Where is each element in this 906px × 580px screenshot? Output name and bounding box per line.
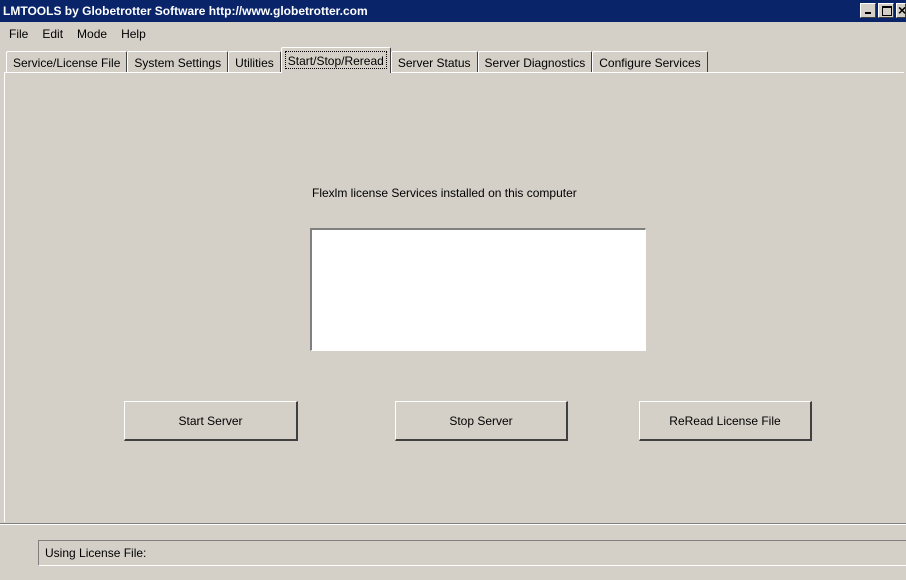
- status-text: Using License File:: [45, 546, 147, 560]
- tab-server-diagnostics[interactable]: Server Diagnostics: [477, 51, 593, 73]
- title-bar[interactable]: LMTOOLS by Globetrotter Software http://…: [0, 0, 906, 22]
- window-controls: [860, 2, 906, 19]
- tab-configure-services[interactable]: Configure Services: [592, 51, 708, 73]
- tab-strip: Service/License File System Settings Uti…: [6, 47, 708, 73]
- tab-server-status[interactable]: Server Status: [390, 51, 478, 73]
- status-divider: [0, 523, 906, 525]
- window-title: LMTOOLS by Globetrotter Software http://…: [3, 4, 368, 18]
- menu-mode[interactable]: Mode: [70, 27, 114, 41]
- tab-system-settings[interactable]: System Settings: [127, 51, 229, 73]
- status-bar: Using License File:: [38, 540, 906, 566]
- menu-help[interactable]: Help: [114, 27, 153, 41]
- menu-file[interactable]: File: [2, 27, 35, 41]
- minimize-icon[interactable]: [860, 3, 876, 18]
- menu-edit[interactable]: Edit: [35, 27, 70, 41]
- lmtools-window: LMTOOLS by Globetrotter Software http://…: [0, 0, 906, 580]
- reread-license-file-button[interactable]: ReRead License File: [639, 401, 812, 441]
- services-label: Flexlm license Services installed on thi…: [312, 186, 577, 200]
- maximize-icon[interactable]: [878, 3, 894, 18]
- tab-service-license-file[interactable]: Service/License File: [6, 51, 128, 73]
- stop-server-button[interactable]: Stop Server: [395, 401, 568, 441]
- menu-bar: File Edit Mode Help: [0, 22, 906, 46]
- start-server-button[interactable]: Start Server: [124, 401, 298, 441]
- close-icon[interactable]: [896, 2, 906, 18]
- tab-start-stop-reread[interactable]: Start/Stop/Reread: [280, 47, 391, 73]
- tab-utilities[interactable]: Utilities: [228, 51, 281, 73]
- services-listbox[interactable]: [310, 228, 646, 351]
